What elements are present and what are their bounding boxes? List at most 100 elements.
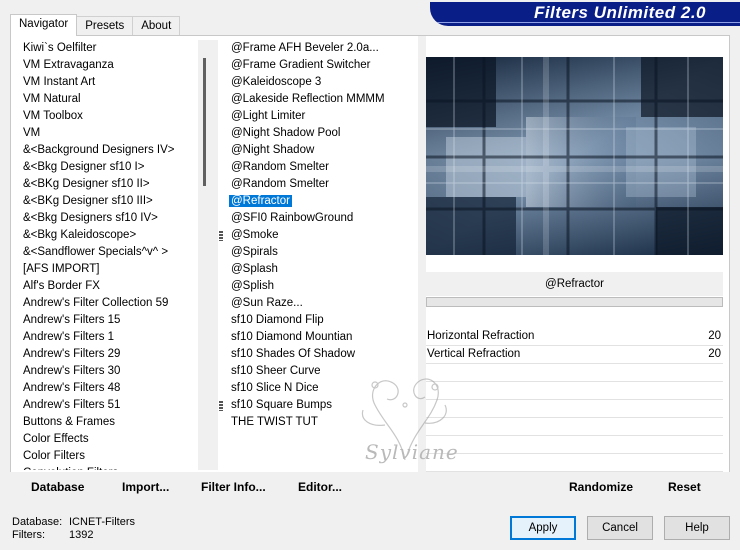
filter-item-label: @Night Shadow Pool [231,127,341,139]
filter-item-label: sf10 Diamond Flip [231,314,324,326]
category-item[interactable]: Convolution Filters [12,465,198,470]
filter-item[interactable]: @Kaleidoscope 3 [228,74,416,91]
banner-title: Filters Unlimited 2.0 [533,3,706,22]
filters-label: Filters: [12,529,45,541]
category-item[interactable]: &<BKg Designer sf10 III> [12,193,198,210]
category-item[interactable]: &<Sandflower Specials^v^ > [12,244,198,261]
param-slot-empty [426,364,723,382]
filter-item[interactable]: @Smoke [228,227,416,244]
scrollbar-thumb[interactable] [203,58,206,186]
category-item[interactable]: Buttons & Frames [12,414,198,431]
filter-item-label: sf10 Shades Of Shadow [231,348,356,360]
tab-navigator[interactable]: Navigator [10,14,78,36]
filter-item[interactable]: @Light Limiter [228,108,416,125]
cancel-button[interactable]: Cancel [587,516,653,540]
watermark-text: Sylviane [365,440,459,464]
category-item[interactable]: Andrew's Filter Collection 59 [12,295,198,312]
category-item[interactable]: Color Effects [12,431,198,448]
filter-item[interactable]: sf10 Diamond Flip [228,312,416,329]
filter-item[interactable]: @Random Smelter [228,176,416,193]
category-item[interactable]: VM Extravaganza [12,57,198,74]
category-item[interactable]: VM Natural [12,91,198,108]
filter-item-label: sf10 Sheer Curve [231,365,321,377]
category-list[interactable]: Kiwi`s Oelfilter VM Extravaganza VM Instan… [12,40,198,470]
filter-item[interactable]: sf10 Shades Of Shadow [228,346,416,363]
param-slot-empty [426,382,723,400]
filter-item-label: @Lakeside Reflection MMMM [231,93,385,105]
filter-item-label: @Frame AFH Beveler 2.0a... [231,42,379,54]
filter-item-selected[interactable]: @Refractor [228,193,416,210]
filter-item-label: @Sun Raze... [231,297,303,309]
editor-button[interactable]: Editor... [298,480,342,494]
filter-item-label: sf10 Slice N Dice [231,382,319,394]
category-item[interactable]: Andrew's Filters 1 [12,329,198,346]
category-item[interactable]: &<Bkg Designers sf10 IV> [12,210,198,227]
category-item[interactable]: &<BKg Designer sf10 II> [12,176,198,193]
category-item[interactable]: Alf's Border FX [12,278,198,295]
help-button[interactable]: Help [664,516,730,540]
category-item[interactable]: VM Toolbox [12,108,198,125]
category-item[interactable]: VM [12,125,198,142]
filter-item-label: @Refractor [228,194,293,208]
status-info: Database: ICNET-Filters Filters: 1392 [12,516,135,542]
filter-item[interactable]: sf10 Diamond Mountian [228,329,416,346]
param-horizontal-refraction[interactable]: Horizontal Refraction 20 [426,328,723,346]
filter-info-button[interactable]: Filter Info... [201,480,266,494]
filter-grip-column [218,40,224,470]
database-value: ICNET-Filters [69,516,135,528]
category-item[interactable]: Andrew's Filters 15 [12,312,198,329]
category-item[interactable]: &<Background Designers IV> [12,142,198,159]
filter-item-label: @Night Shadow [231,144,315,156]
tab-about[interactable]: About [132,16,181,36]
param-slot-empty [426,418,723,436]
grip-icon [219,401,223,411]
filter-item[interactable]: @Frame AFH Beveler 2.0a... [228,40,416,57]
database-button[interactable]: Database [31,480,84,494]
param-label: Vertical Refraction [427,348,521,360]
grip-icon [219,231,223,241]
tab-presets[interactable]: Presets [76,16,134,36]
filter-item-label: @Spirals [231,246,278,258]
category-item[interactable]: Andrew's Filters 29 [12,346,198,363]
category-item[interactable]: VM Instant Art [12,74,198,91]
param-slot-empty [426,454,723,472]
category-scrollbar[interactable] [198,40,212,470]
reset-button[interactable]: Reset [668,480,701,494]
filter-item-label: @Random Smelter [231,161,329,173]
category-item[interactable]: Andrew's Filters 48 [12,380,198,397]
filter-item-label: @Frame Gradient Switcher [231,59,371,71]
category-item[interactable]: Andrew's Filters 30 [12,363,198,380]
apply-button[interactable]: Apply [510,516,576,540]
category-item[interactable]: Kiwi`s Oelfilter [12,40,198,57]
param-slot-empty [426,400,723,418]
filter-item[interactable]: @Night Shadow [228,142,416,159]
randomize-button[interactable]: Randomize [569,480,633,494]
filter-item-label: sf10 Diamond Mountian [231,331,353,343]
filter-item[interactable]: @SFI0 RainbowGround [228,210,416,227]
selected-filter-name: @Refractor [426,272,723,296]
database-label: Database: [12,516,63,528]
filter-item[interactable]: @Spirals [228,244,416,261]
param-label: Horizontal Refraction [427,330,535,342]
preview-pattern [426,57,723,255]
import-button[interactable]: Import... [122,480,169,494]
param-value[interactable]: 20 [708,346,721,363]
filter-item-label: THE TWIST TUT [231,416,318,428]
category-item[interactable]: [AFS IMPORT] [12,261,198,278]
filter-item-label: @Random Smelter [231,178,329,190]
bottom-toolbar: Database Import... Filter Info... Editor… [10,472,730,500]
filter-item[interactable]: @Splash [228,261,416,278]
filter-item[interactable]: @Random Smelter [228,159,416,176]
filter-item[interactable]: @Splish [228,278,416,295]
param-value[interactable]: 20 [708,328,721,345]
filter-item[interactable]: @Lakeside Reflection MMMM [228,91,416,108]
filter-item[interactable]: @Sun Raze... [228,295,416,312]
param-vertical-refraction[interactable]: Vertical Refraction 20 [426,346,723,364]
category-item[interactable]: Andrew's Filters 51 [12,397,198,414]
category-item[interactable]: &<Bkg Kaleidoscope> [12,227,198,244]
category-item[interactable]: &<Bkg Designer sf10 I> [12,159,198,176]
tab-bar: Navigator Presets About [10,14,181,36]
filter-item[interactable]: @Night Shadow Pool [228,125,416,142]
category-item[interactable]: Color Filters [12,448,198,465]
filter-item[interactable]: @Frame Gradient Switcher [228,57,416,74]
